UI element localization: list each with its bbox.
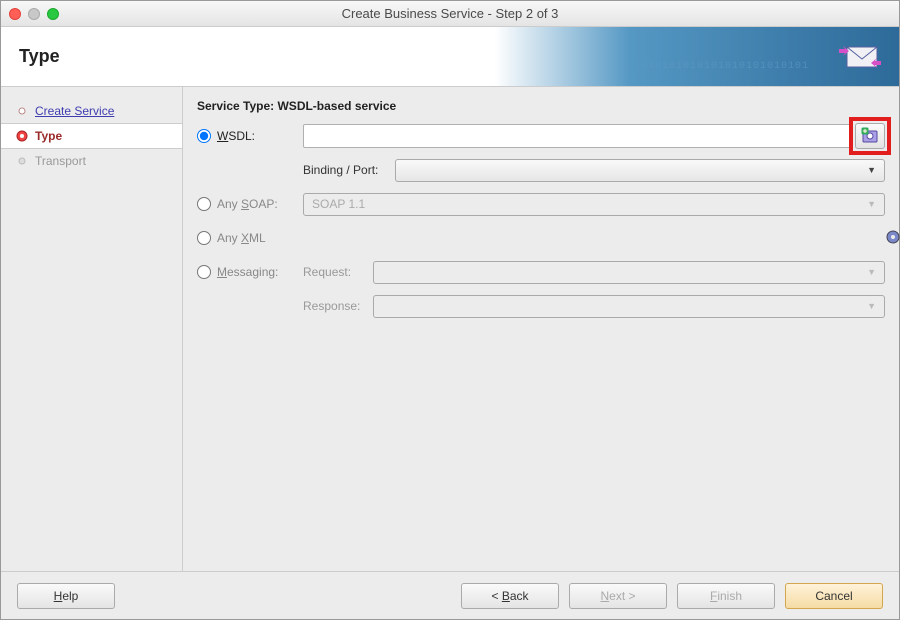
sidebar-item-label: Transport: [35, 154, 86, 168]
chevron-down-icon: ▼: [867, 267, 876, 277]
window-zoom-button[interactable]: [47, 8, 59, 20]
radio-messaging[interactable]: [197, 265, 211, 279]
sidebar-item-label: Create Service: [35, 104, 114, 118]
chevron-down-icon: ▼: [867, 165, 876, 175]
response-label: Response:: [303, 299, 373, 313]
sidebar-item-create-service[interactable]: Create Service: [1, 99, 182, 123]
radio-wsdl[interactable]: [197, 129, 211, 143]
gear-icon[interactable]: [885, 229, 900, 248]
wizard-banner: Type 01010101010101010101010101: [1, 27, 899, 87]
radio-any-xml-label: Any XML: [217, 231, 266, 245]
window-title: Create Business Service - Step 2 of 3: [1, 6, 899, 21]
sidebar-item-label: Type: [35, 129, 62, 143]
chevron-down-icon: ▼: [867, 199, 876, 209]
back-button[interactable]: < Back: [461, 583, 559, 609]
sidebar-item-type[interactable]: Type: [1, 123, 182, 149]
browse-resource-icon: [861, 127, 879, 145]
finish-button: Finish: [677, 583, 775, 609]
chevron-down-icon: ▼: [867, 301, 876, 311]
main-panel: Service Type: WSDL-based service WSDL:: [183, 87, 899, 571]
window-minimize-button[interactable]: [28, 8, 40, 20]
section-title: Service Type: WSDL-based service: [197, 99, 885, 113]
binding-port-label: Binding / Port:: [303, 163, 395, 177]
radio-any-xml[interactable]: [197, 231, 211, 245]
banner-decoration-text: 01010101010101010101010101: [627, 61, 809, 72]
request-label: Request:: [303, 265, 373, 279]
envelope-icon: [833, 37, 883, 80]
dropdown-value: SOAP 1.1: [312, 197, 365, 211]
btn-text: elp: [62, 589, 78, 603]
next-button: Next >: [569, 583, 667, 609]
step-pending-icon: [15, 156, 29, 166]
titlebar: Create Business Service - Step 2 of 3: [1, 1, 899, 27]
window-close-button[interactable]: [9, 8, 21, 20]
request-type-dropdown: ▼: [373, 261, 885, 284]
cancel-button[interactable]: Cancel: [785, 583, 883, 609]
radio-any-soap-label: Any SOAP:: [217, 197, 278, 211]
radio-any-soap[interactable]: [197, 197, 211, 211]
step-dot-icon: [15, 106, 29, 116]
page-title: Type: [19, 46, 60, 67]
soap-version-dropdown: SOAP 1.1 ▼: [303, 193, 885, 216]
radio-messaging-label: Messaging:: [217, 265, 278, 279]
response-type-dropdown: ▼: [373, 295, 885, 318]
binding-port-dropdown[interactable]: ▼: [395, 159, 885, 182]
step-current-icon: [15, 130, 29, 142]
browse-wsdl-button[interactable]: [855, 123, 885, 149]
wizard-steps-sidebar: Create Service Type Transport: [1, 87, 183, 571]
help-button[interactable]: Help: [17, 583, 115, 609]
wsdl-path-input[interactable]: [303, 124, 851, 148]
wizard-footer: Help < Back Next > Finish Cancel: [1, 571, 899, 619]
sidebar-item-transport: Transport: [1, 149, 182, 173]
radio-wsdl-label: WSDL:: [217, 129, 255, 143]
